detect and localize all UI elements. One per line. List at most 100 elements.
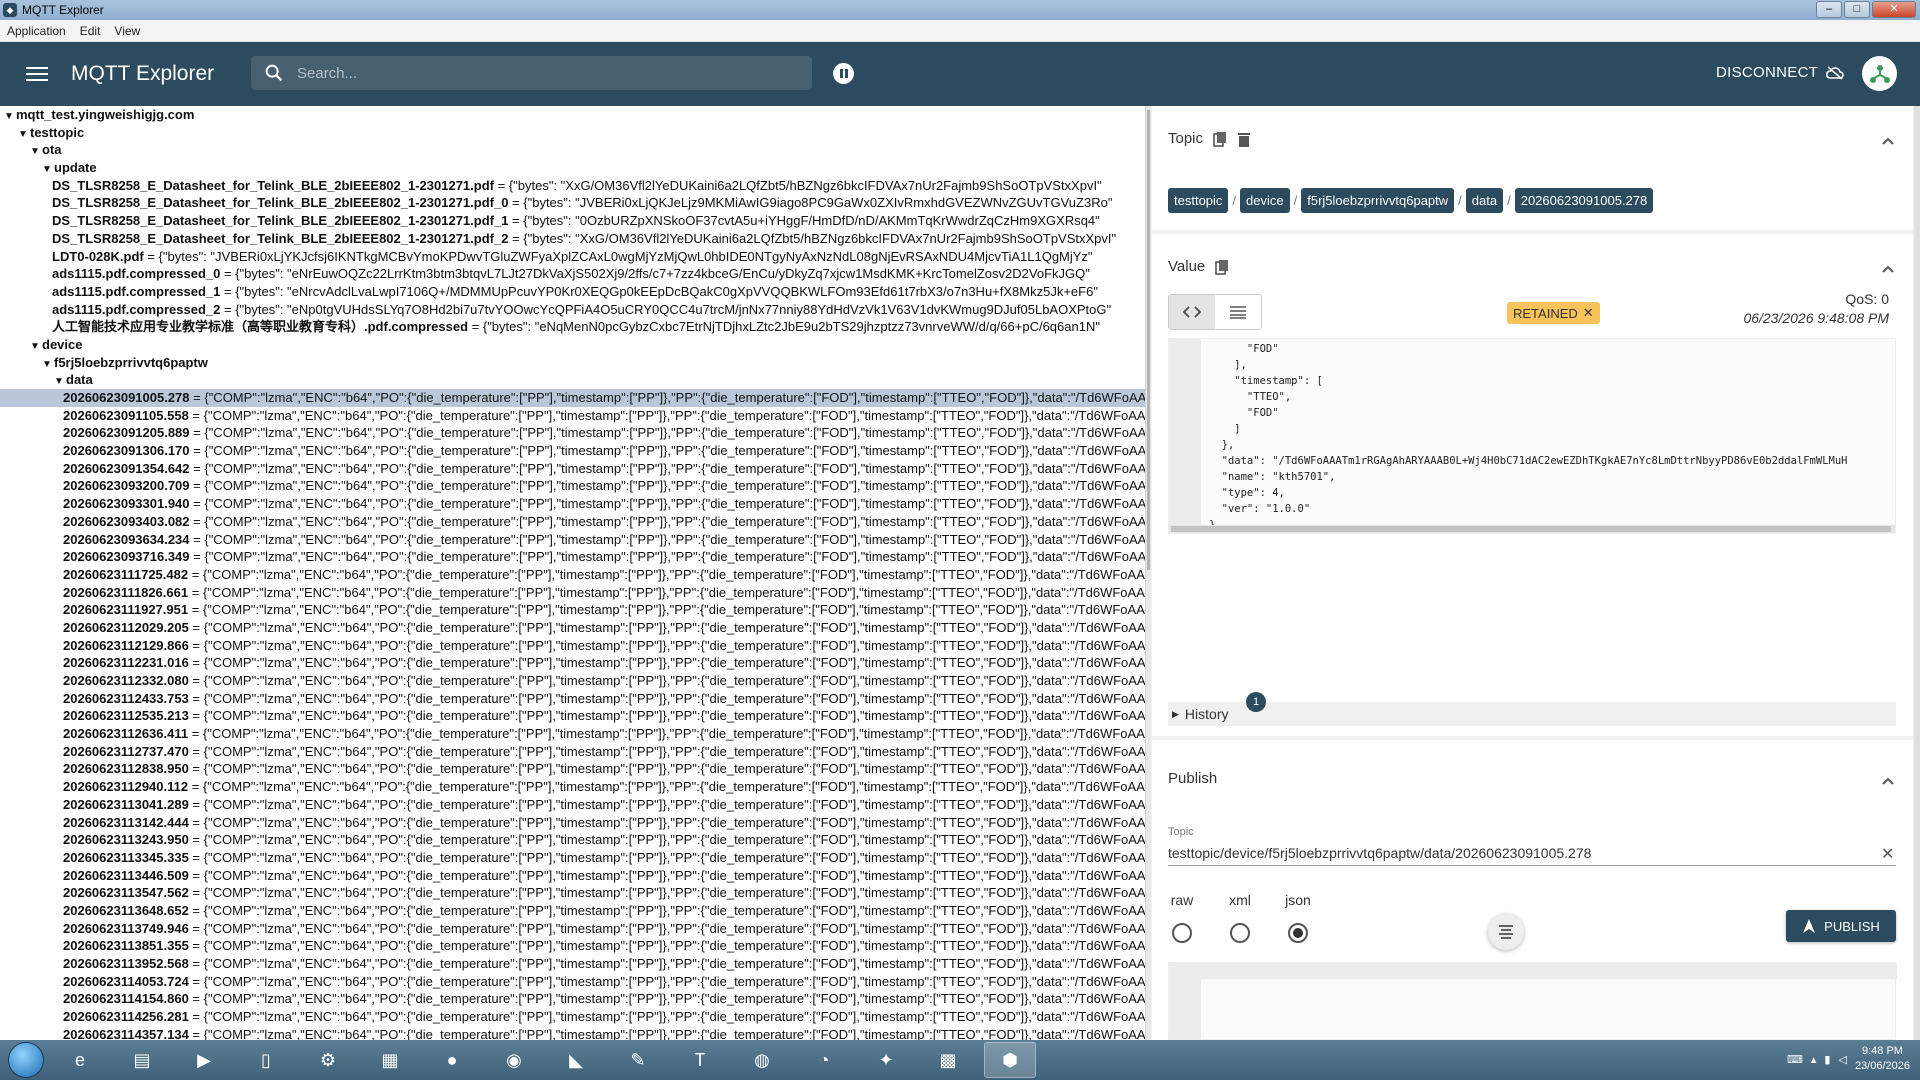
tree-message-row[interactable]: 20260623093716.349 = {"COMP":"lzma","ENC…: [0, 548, 1145, 566]
tree-node-device-id[interactable]: ▼ f5rj5loebzprrivvtq6paptw: [0, 354, 1145, 372]
tree-message-row[interactable]: 20260623091105.558 = {"COMP":"lzma","ENC…: [0, 407, 1145, 425]
tree-node-data[interactable]: ▼ data: [0, 371, 1145, 389]
tree-message-row[interactable]: 20260623113243.950 = {"COMP":"lzma","ENC…: [0, 831, 1145, 849]
expand-arrow-icon[interactable]: ▼: [42, 161, 54, 177]
expand-arrow-icon[interactable]: ▼: [30, 143, 42, 159]
breadcrumb-testtopic[interactable]: testtopic: [1168, 188, 1229, 213]
tree-message-row[interactable]: 20260623093403.082 = {"COMP":"lzma","ENC…: [0, 513, 1145, 531]
volume-icon[interactable]: ◁: [1838, 1053, 1846, 1066]
expand-arrow-icon[interactable]: ▼: [4, 108, 16, 124]
tree-message-row[interactable]: 20260623112332.080 = {"COMP":"lzma","ENC…: [0, 672, 1145, 690]
tree-message-row[interactable]: 20260623112535.213 = {"COMP":"lzma","ENC…: [0, 707, 1145, 725]
code-view-button[interactable]: [1169, 295, 1215, 329]
pause-button[interactable]: [833, 63, 854, 84]
disconnect-button[interactable]: DISCONNECT: [1716, 64, 1844, 81]
notepad-icon[interactable]: ▯: [240, 1042, 292, 1078]
tree-message-row[interactable]: 20260623091306.170 = {"COMP":"lzma","ENC…: [0, 442, 1145, 460]
code-horizontal-scrollbar[interactable]: [1169, 525, 1895, 533]
tree-message-row[interactable]: 20260623111927.951 = {"COMP":"lzma","ENC…: [0, 601, 1145, 619]
tree-message-row[interactable]: 20260623093301.940 = {"COMP":"lzma","ENC…: [0, 495, 1145, 513]
firefox-icon[interactable]: ●: [426, 1042, 478, 1078]
map-app-icon[interactable]: ▩: [922, 1042, 974, 1078]
calculator-icon[interactable]: ▦: [364, 1042, 416, 1078]
media-player-icon[interactable]: ▶: [178, 1042, 230, 1078]
clear-icon[interactable]: ✕: [1881, 844, 1894, 864]
tree-file-row[interactable]: ads1115.pdf.compressed_0 = {"bytes": "eN…: [0, 265, 1145, 283]
expand-arrow-icon[interactable]: ▼: [18, 126, 30, 142]
publish-button[interactable]: PUBLISH: [1786, 910, 1896, 942]
tree-node-testtopic[interactable]: ▼ testtopic: [0, 124, 1145, 142]
copy-icon[interactable]: [1215, 259, 1229, 275]
wechat-icon[interactable]: ◍: [736, 1042, 788, 1078]
folder-icon[interactable]: ▤: [116, 1042, 168, 1078]
tree-message-row[interactable]: 20260623091205.889 = {"COMP":"lzma","ENC…: [0, 424, 1145, 442]
tree-message-row[interactable]: 20260623113142.444 = {"COMP":"lzma","ENC…: [0, 814, 1145, 832]
tree-message-row[interactable]: 20260623114357.134 = {"COMP":"lzma","ENC…: [0, 1026, 1145, 1040]
value-code-viewer[interactable]: "FOD" ], "timestamp": [ "TTEO", "FOD" ] …: [1168, 338, 1896, 534]
format-raw-radio[interactable]: [1172, 923, 1192, 943]
tree-message-row[interactable]: 20260623114053.724 = {"COMP":"lzma","ENC…: [0, 973, 1145, 991]
tray-expand-icon[interactable]: ▴: [1811, 1053, 1817, 1066]
tree-file-row[interactable]: DS_TLSR8258_E_Datasheet_for_Telink_BLE_2…: [0, 230, 1145, 248]
collapse-chevron-icon[interactable]: [1881, 774, 1895, 788]
close-window-button[interactable]: ✕: [1872, 1, 1916, 18]
tree-file-row[interactable]: DS_TLSR8258_E_Datasheet_for_Telink_BLE_2…: [0, 194, 1145, 212]
tree-message-row[interactable]: 20260623111826.661 = {"COMP":"lzma","ENC…: [0, 584, 1145, 602]
publish-payload-editor[interactable]: [1168, 962, 1897, 1040]
format-document-button[interactable]: [1488, 914, 1524, 950]
breadcrumb-device-id[interactable]: f5rj5loebzprrivvtq6paptw: [1301, 188, 1455, 213]
publish-topic-input[interactable]: [1168, 840, 1896, 866]
start-button[interactable]: [8, 1042, 44, 1078]
tree-file-row[interactable]: ads1115.pdf.compressed_1 = {"bytes": "eN…: [0, 283, 1145, 301]
retained-badge[interactable]: RETAINED ✕: [1507, 302, 1600, 324]
breadcrumb-device[interactable]: device: [1240, 188, 1290, 213]
expand-arrow-icon[interactable]: ▼: [42, 356, 54, 372]
menu-application[interactable]: Application: [0, 24, 73, 38]
tree-node-update[interactable]: ▼ update: [0, 159, 1145, 177]
tree-message-row[interactable]: 20260623113749.946 = {"COMP":"lzma","ENC…: [0, 920, 1145, 938]
format-json-radio[interactable]: [1288, 923, 1308, 943]
browser-icon[interactable]: ◔: [798, 1042, 850, 1078]
tree-message-row[interactable]: 20260623113446.509 = {"COMP":"lzma","ENC…: [0, 867, 1145, 885]
collapse-chevron-icon[interactable]: [1881, 134, 1895, 148]
tree-message-row[interactable]: 20260623112433.753 = {"COMP":"lzma","ENC…: [0, 690, 1145, 708]
settings-app-icon[interactable]: ⚙: [302, 1042, 354, 1078]
copy-icon[interactable]: [1213, 131, 1227, 147]
tree-message-row[interactable]: 20260623113547.562 = {"COMP":"lzma","ENC…: [0, 884, 1145, 902]
mqtt-explorer-taskbar-icon[interactable]: ⬢: [984, 1042, 1036, 1078]
tree-file-row[interactable]: DS_TLSR8258_E_Datasheet_for_Telink_BLE_2…: [0, 212, 1145, 230]
tree-node-device[interactable]: ▼ device: [0, 336, 1145, 354]
keyboard-icon[interactable]: ⌨: [1787, 1053, 1803, 1066]
network-tray-icon[interactable]: ▮: [1824, 1053, 1830, 1066]
tree-file-row[interactable]: 人工智能技术应用专业教学标准（高等职业教育专科）.pdf.compressed …: [0, 318, 1145, 336]
tree-message-row[interactable]: 20260623111725.482 = {"COMP":"lzma","ENC…: [0, 566, 1145, 584]
text-app-icon[interactable]: T: [674, 1042, 726, 1078]
tree-message-row[interactable]: 20260623113041.289 = {"COMP":"lzma","ENC…: [0, 796, 1145, 814]
close-icon[interactable]: ✕: [1583, 305, 1594, 321]
vscode-icon[interactable]: ◣: [550, 1042, 602, 1078]
tree-message-row[interactable]: 20260623114256.281 = {"COMP":"lzma","ENC…: [0, 1008, 1145, 1026]
expand-arrow-icon[interactable]: ▼: [30, 338, 42, 354]
connection-avatar[interactable]: [1862, 56, 1897, 91]
tree-message-row[interactable]: 20260623113952.568 = {"COMP":"lzma","ENC…: [0, 955, 1145, 973]
tree-message-row[interactable]: 20260623112231.016 = {"COMP":"lzma","ENC…: [0, 654, 1145, 672]
maximize-button[interactable]: □: [1844, 1, 1870, 18]
tree-message-row[interactable]: 20260623112940.112 = {"COMP":"lzma","ENC…: [0, 778, 1145, 796]
tool-app-icon[interactable]: ✦: [860, 1042, 912, 1078]
tree-message-row[interactable]: 20260623112636.411 = {"COMP":"lzma","ENC…: [0, 725, 1145, 743]
taskbar-clock[interactable]: 9:48 PM 23/06/2026: [1855, 1044, 1910, 1074]
search-input[interactable]: [297, 64, 777, 82]
tree-file-row[interactable]: DS_TLSR8258_E_Datasheet_for_Telink_BLE_2…: [0, 177, 1145, 195]
menu-icon[interactable]: [26, 67, 48, 81]
breadcrumb-data[interactable]: data: [1465, 188, 1504, 213]
raw-view-button[interactable]: [1215, 295, 1261, 329]
tree-message-row[interactable]: 20260623113851.355 = {"COMP":"lzma","ENC…: [0, 937, 1145, 955]
chrome-icon[interactable]: ◉: [488, 1042, 540, 1078]
menu-edit[interactable]: Edit: [73, 24, 108, 38]
collapse-chevron-icon[interactable]: [1881, 262, 1895, 276]
tree-message-row[interactable]: 20260623112838.950 = {"COMP":"lzma","ENC…: [0, 760, 1145, 778]
minimize-button[interactable]: –: [1816, 1, 1842, 18]
tree-message-row[interactable]: 20260623114154.860 = {"COMP":"lzma","ENC…: [0, 990, 1145, 1008]
history-toggle[interactable]: ▶ History 1: [1168, 692, 1896, 726]
tree-node-ota[interactable]: ▼ ota: [0, 141, 1145, 159]
